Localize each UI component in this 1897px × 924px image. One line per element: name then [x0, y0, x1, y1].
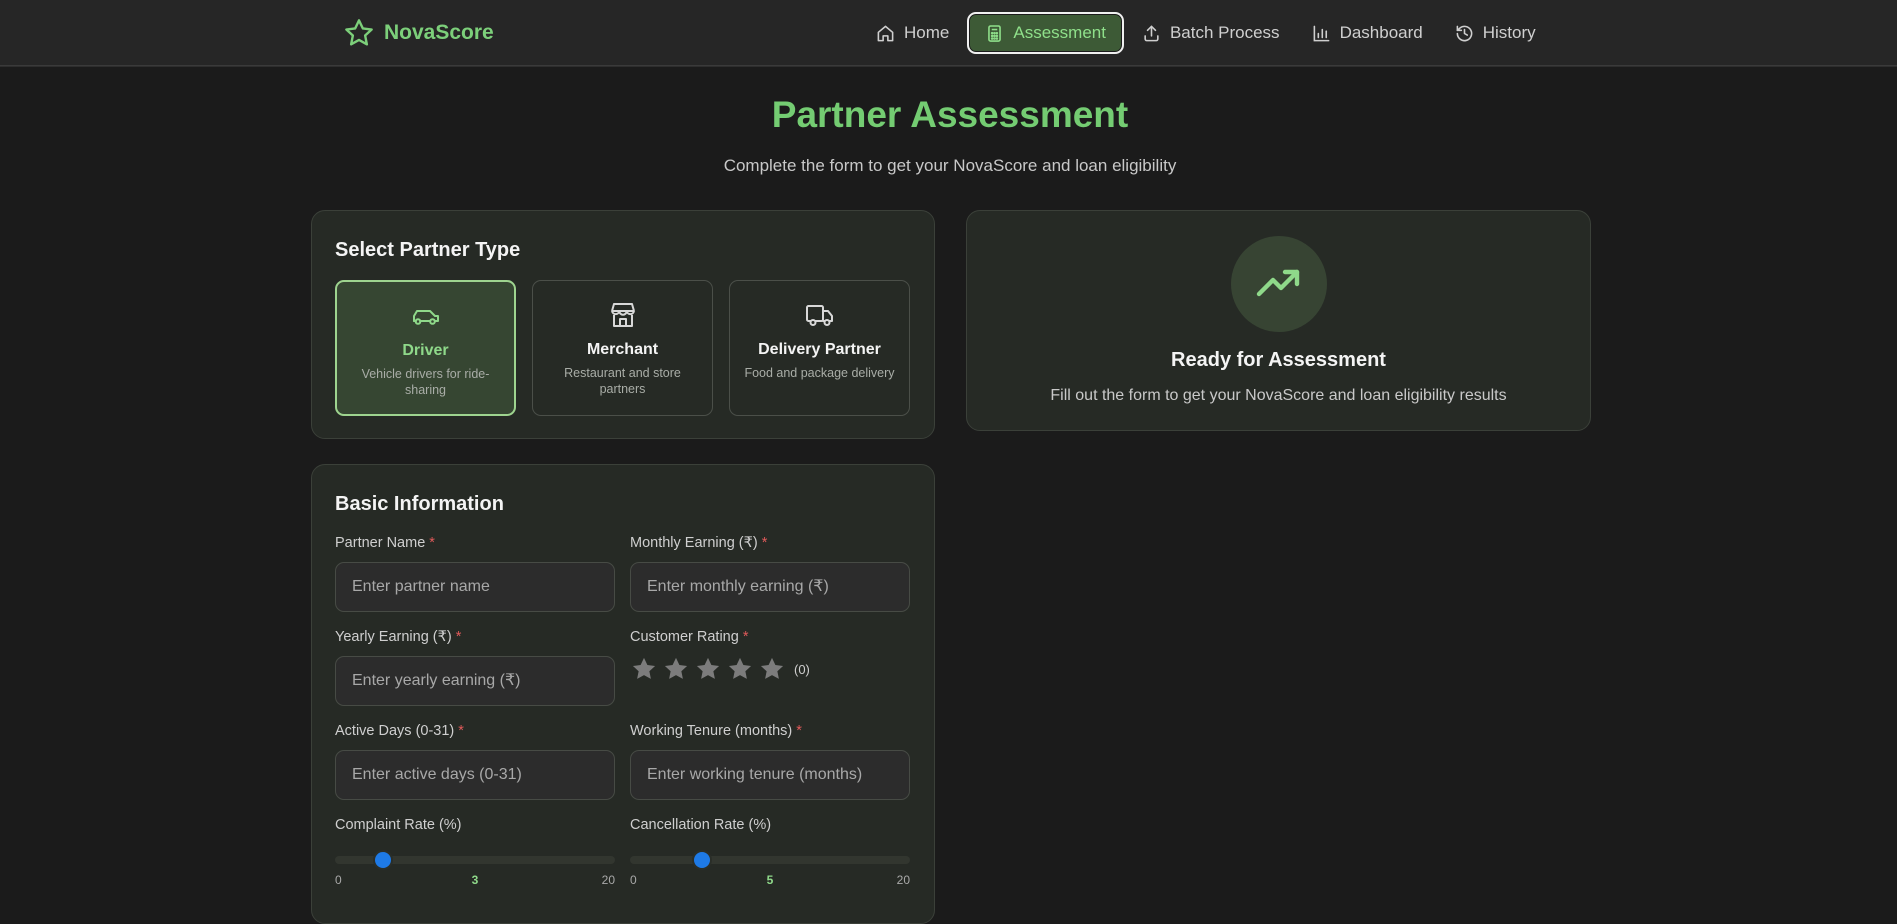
complaint-rate-slider[interactable]: 0 3 20: [335, 847, 615, 887]
working-tenure-field: Working Tenure (months) *: [630, 723, 910, 800]
calculator-icon: [988, 24, 1002, 42]
merchant-desc: Restaurant and store partners: [564, 366, 681, 396]
partner-type-delivery[interactable]: Delivery Partner Food and package delive…: [729, 280, 910, 416]
car-icon: [412, 310, 439, 325]
complaint-rate-field: Complaint Rate (%) 0 3 20: [335, 817, 615, 887]
partner-type-options: Driver Vehicle drivers for ride-sharing …: [335, 280, 910, 416]
star-icon: [345, 19, 373, 46]
yearly-earning-input[interactable]: [335, 656, 615, 706]
monthly-earning-input[interactable]: [630, 562, 910, 612]
complaint-rate-max: 20: [601, 873, 615, 887]
home-icon: [877, 25, 894, 41]
page-subtitle: Complete the form to get your NovaScore …: [723, 156, 1177, 175]
partner-type-card: Select Partner Type Driver Vehicle drive…: [311, 210, 935, 439]
store-icon: [610, 303, 635, 327]
merchant-name: Merchant: [586, 341, 659, 358]
yearly-earning-field: Yearly Earning (₹) *: [335, 629, 615, 706]
nav-history-label: History: [1482, 23, 1536, 42]
partner-type-title: Select Partner Type: [335, 239, 521, 261]
star-icon-1[interactable]: [630, 655, 658, 683]
partner-type-merchant[interactable]: Merchant Restaurant and store partners: [532, 280, 713, 416]
brand-logo[interactable]: NovaScore: [343, 16, 494, 50]
upload-icon: [1144, 25, 1159, 41]
ready-subtitle: Fill out the form to get your NovaScore …: [1050, 387, 1507, 404]
star-icon-4[interactable]: [726, 655, 754, 683]
cancellation-rate-max: 20: [896, 873, 910, 887]
history-icon: [1456, 25, 1473, 41]
driver-desc: Vehicle drivers for ride-sharing: [361, 367, 490, 397]
truck-icon: [805, 305, 833, 326]
complaint-rate-value: 3: [471, 873, 479, 887]
rating-count: (0): [794, 661, 810, 677]
complaint-rate-thumb[interactable]: [375, 852, 391, 868]
working-tenure-input[interactable]: [630, 750, 910, 800]
nav-batch-process[interactable]: Batch Process: [1128, 13, 1294, 53]
nav-dashboard[interactable]: Dashboard: [1298, 13, 1437, 53]
customer-rating-field: Customer Rating * (0): [630, 629, 910, 683]
trending-up-icon: [1256, 269, 1300, 297]
page-title: Partner Assessment: [771, 94, 1129, 135]
delivery-desc: Food and package delivery: [744, 366, 895, 380]
partner-name-label: Partner Name *: [335, 535, 435, 551]
bar-chart-icon: [1313, 25, 1329, 41]
cancellation-rate-field: Cancellation Rate (%) 0 5 20: [630, 817, 910, 887]
basic-info-card: Basic Information Partner Name * Monthly…: [311, 464, 935, 924]
partner-type-driver[interactable]: Driver Vehicle drivers for ride-sharing: [335, 280, 516, 416]
cancellation-rate-label: Cancellation Rate (%): [630, 817, 772, 833]
driver-name: Driver: [402, 342, 449, 359]
customer-rating-label: Customer Rating *: [630, 629, 749, 645]
partner-name-field: Partner Name *: [335, 535, 615, 612]
brand-name: NovaScore: [384, 21, 494, 44]
active-days-input[interactable]: [335, 750, 615, 800]
basic-info-title: Basic Information: [335, 493, 504, 515]
monthly-earning-label: Monthly Earning (₹) *: [630, 535, 768, 551]
working-tenure-label: Working Tenure (months) *: [630, 723, 802, 739]
nav-dashboard-label: Dashboard: [1339, 23, 1423, 42]
star-icon-3[interactable]: [694, 655, 722, 683]
nav-home-label: Home: [904, 23, 950, 42]
active-days-field: Active Days (0-31) *: [335, 723, 615, 800]
yearly-earning-label: Yearly Earning (₹) *: [335, 629, 462, 645]
nav-batch-label: Batch Process: [1169, 23, 1280, 42]
complaint-rate-label: Complaint Rate (%): [335, 817, 462, 833]
delivery-name: Delivery Partner: [758, 341, 881, 358]
nav-history[interactable]: History: [1441, 13, 1550, 53]
cancellation-rate-thumb[interactable]: [694, 852, 710, 868]
ready-title: Ready for Assessment: [1171, 349, 1386, 371]
active-days-label: Active Days (0-31) *: [335, 723, 464, 739]
cancellation-rate-track: [630, 856, 910, 864]
star-icon-2[interactable]: [662, 655, 690, 683]
main-nav: Home Assessment Batch Process Dashboard: [862, 11, 1550, 55]
cancellation-rate-value: 5: [766, 873, 774, 887]
nav-assessment[interactable]: Assessment: [967, 12, 1124, 54]
monthly-earning-field: Monthly Earning (₹) *: [630, 535, 910, 612]
cancellation-rate-slider[interactable]: 0 5 20: [630, 847, 910, 887]
ready-card: Ready for Assessment Fill out the form t…: [966, 210, 1591, 431]
ready-icon-circle: [1231, 236, 1327, 332]
partner-name-input[interactable]: [335, 562, 615, 612]
rating-stars: (0): [630, 655, 910, 683]
nav-assessment-label: Assessment: [1013, 23, 1106, 42]
nav-home[interactable]: Home: [862, 13, 963, 53]
star-icon-5[interactable]: [758, 655, 786, 683]
navbar: NovaScore Home Assessment Batch Process: [0, 0, 1897, 66]
